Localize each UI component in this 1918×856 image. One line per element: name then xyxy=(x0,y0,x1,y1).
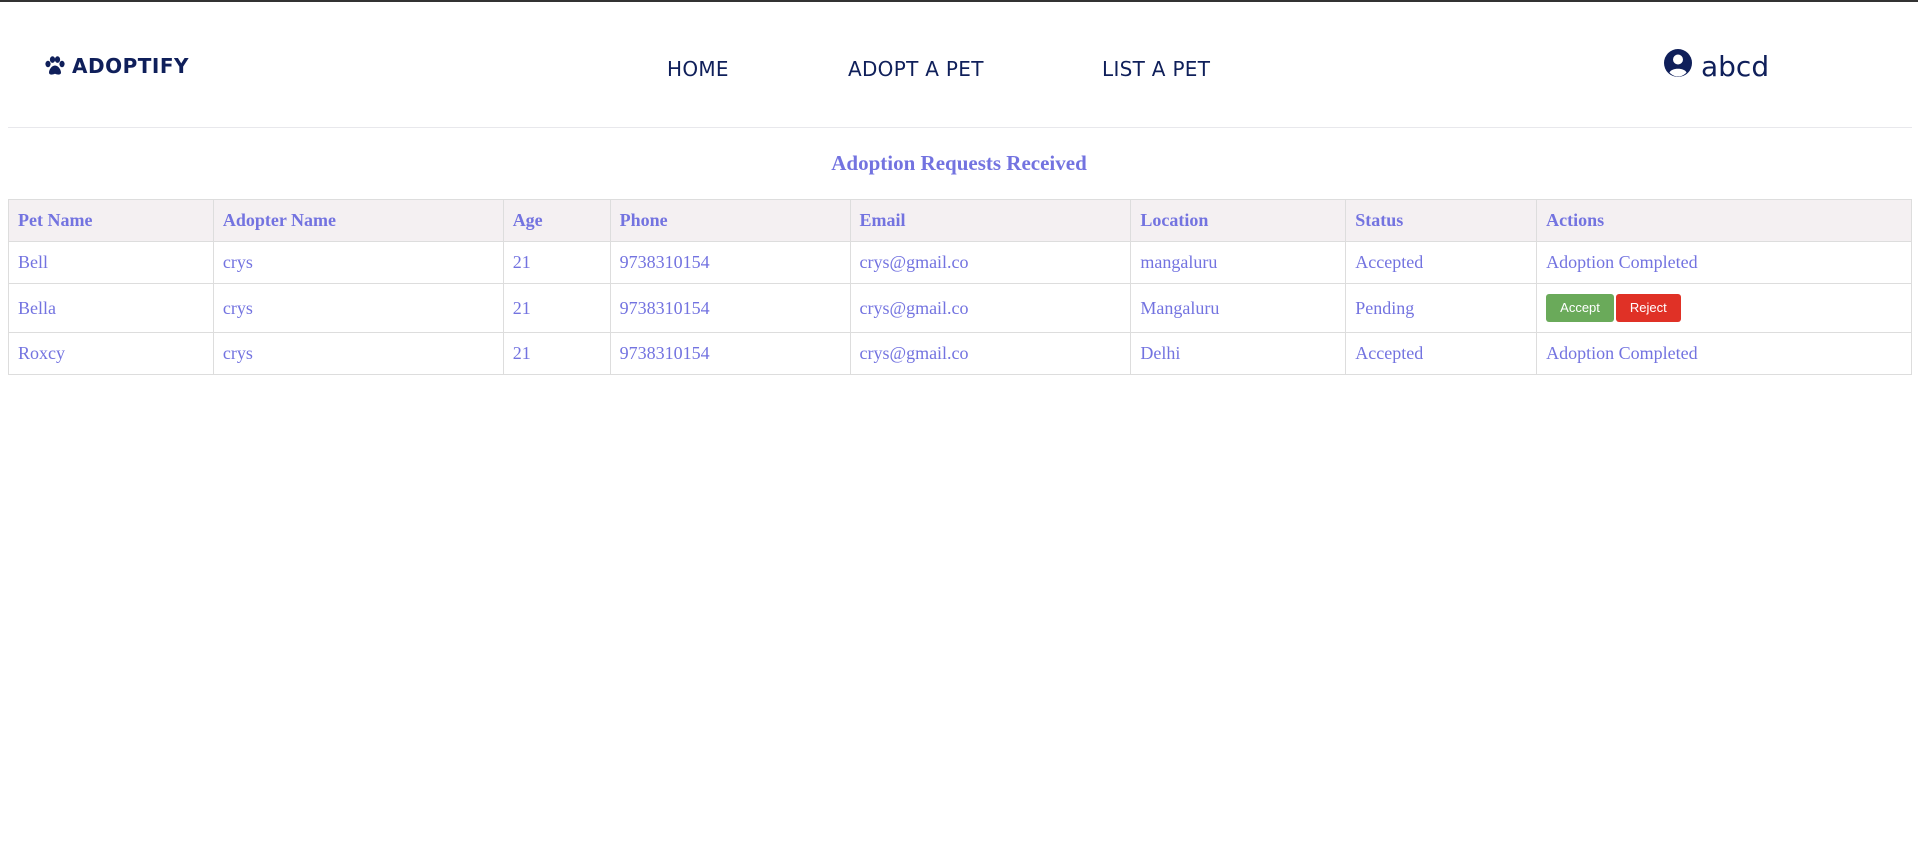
table-header-row: Pet Name Adopter Name Age Phone Email Lo… xyxy=(8,199,1912,242)
table-row: Roxcy crys 21 9738310154 crys@gmail.co D… xyxy=(8,332,1912,375)
cell-action-status: Adoption Completed xyxy=(1536,332,1912,375)
paw-icon xyxy=(44,56,66,76)
header-status: Status xyxy=(1345,199,1538,242)
cell-phone: 9738310154 xyxy=(609,241,851,284)
nav-list-a-pet[interactable]: LIST A PET xyxy=(1102,57,1210,81)
header-email: Email xyxy=(849,199,1132,242)
cell-pet-name: Roxcy xyxy=(8,332,214,375)
cell-location: mangaluru xyxy=(1130,241,1347,284)
cell-status: Accepted xyxy=(1345,332,1538,375)
brand-logo[interactable]: ADOPTIFY xyxy=(44,54,189,78)
cell-age: 21 xyxy=(502,283,611,333)
cell-action-status: Adoption Completed xyxy=(1536,241,1912,284)
header-location: Location xyxy=(1130,199,1347,242)
brand-name: ADOPTIFY xyxy=(72,54,189,78)
table-row: Bella crys 21 9738310154 crys@gmail.co M… xyxy=(8,283,1912,333)
user-name: abcd xyxy=(1701,50,1770,83)
nav-home[interactable]: HOME xyxy=(667,57,729,81)
cell-location: Mangaluru xyxy=(1130,283,1347,333)
cell-pet-name: Bell xyxy=(8,241,214,284)
cell-adopter-name: crys xyxy=(212,241,504,284)
header-adopter-name: Adopter Name xyxy=(212,199,504,242)
header-actions: Actions xyxy=(1536,199,1912,242)
cell-email: crys@gmail.co xyxy=(849,283,1132,333)
cell-pet-name: Bella xyxy=(8,283,214,333)
page-title: Adoption Requests Received xyxy=(831,151,1087,175)
header-age: Age xyxy=(502,199,611,242)
cell-status: Pending xyxy=(1345,283,1538,333)
cell-adopter-name: crys xyxy=(212,332,504,375)
user-menu[interactable]: abcd xyxy=(1663,48,1769,85)
cell-location: Delhi xyxy=(1130,332,1347,375)
accept-button[interactable]: Accept xyxy=(1546,294,1614,322)
header-pet-name: Pet Name xyxy=(8,199,214,242)
cell-status: Accepted xyxy=(1345,241,1538,284)
cell-age: 21 xyxy=(502,332,611,375)
user-circle-icon xyxy=(1663,48,1693,85)
cell-adopter-name: crys xyxy=(212,283,504,333)
cell-phone: 9738310154 xyxy=(609,332,851,375)
cell-actions: Accept Reject xyxy=(1536,283,1912,333)
cell-email: crys@gmail.co xyxy=(849,241,1132,284)
cell-age: 21 xyxy=(502,241,611,284)
table-row: Bell crys 21 9738310154 crys@gmail.co ma… xyxy=(8,241,1912,284)
adoption-requests-table: Pet Name Adopter Name Age Phone Email Lo… xyxy=(8,199,1912,375)
nav-adopt-a-pet[interactable]: ADOPT A PET xyxy=(848,57,984,81)
header-phone: Phone xyxy=(609,199,851,242)
cell-email: crys@gmail.co xyxy=(849,332,1132,375)
navbar: ADOPTIFY HOME ADOPT A PET LIST A PET abc… xyxy=(8,2,1912,128)
reject-button[interactable]: Reject xyxy=(1615,294,1681,322)
cell-phone: 9738310154 xyxy=(609,283,851,333)
